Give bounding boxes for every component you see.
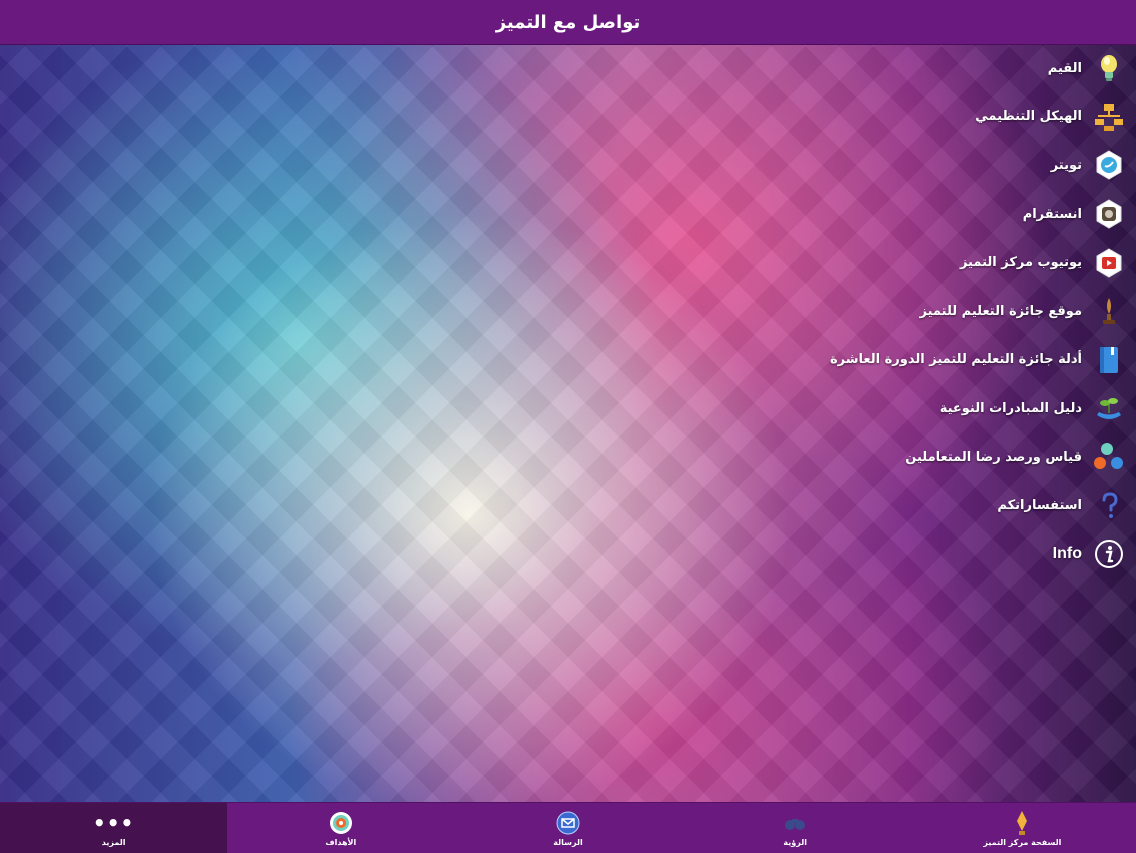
info-icon [1092,537,1126,571]
menu-item-label: القيم [1047,60,1082,76]
menu-item-inquiries[interactable]: استفساراتكم [706,481,1126,530]
menu-item-values[interactable]: القيم [706,44,1126,93]
menu-item-label: موقع جائزة التعليم للتميز [919,303,1082,319]
menu-item-label: انستقرام [1022,206,1082,222]
menu-item-label: Info [1052,545,1082,563]
instagram-icon [1092,197,1126,231]
youtube-icon [1092,246,1126,280]
menu-item-label: تويتر [1050,157,1082,173]
header-bar: تواصل مع التميز [0,0,1136,45]
tab-home[interactable]: السفحة مركز التميز [909,803,1136,853]
tab-message[interactable]: الرسالة [454,803,681,853]
page-title: تواصل مع التميز [495,11,641,33]
tab-label: الرسالة [553,837,583,847]
tab-label: المزيد [101,837,126,847]
people-icon [1092,440,1126,474]
menu-item-label: استفساراتكم [997,498,1082,514]
trophy-icon [1009,810,1035,836]
twitter-icon [1092,148,1126,182]
menu-item-initiatives[interactable]: دليل المبادرات النوعية [706,384,1126,433]
more-icon: ••• [92,810,135,835]
tab-more[interactable]: ••• المزيد [0,803,228,853]
menu-item-youtube[interactable]: يوتيوب مركز التميز [706,238,1126,287]
target-icon [328,810,354,836]
tab-bar: ••• المزيد الأهداف الرسالة الرؤية السفحة… [0,802,1136,853]
menu-item-twitter[interactable]: تويتر [706,141,1126,190]
menu-item-label: قياس ورصد رضا المتعاملين [905,449,1082,465]
menu-item-label: الهيكل التنظيمي [975,109,1082,125]
tab-label: الرؤية [783,837,807,847]
menu-item-org-chart[interactable]: الهيكل التنظيمي [706,93,1126,142]
menu-item-satisfaction[interactable]: قياس ورصد رضا المتعاملين [706,433,1126,482]
menu-item-label: أدلة جائزة التعليم للتميز الدورة العاشرة [830,352,1082,368]
tab-label: الأهداف [325,837,357,847]
org-chart-icon [1092,100,1126,134]
mail-icon [555,810,581,836]
menu-item-label: يوتيوب مركز التميز [959,255,1082,271]
menu-item-guides[interactable]: أدلة جائزة التعليم للتميز الدورة العاشرة [706,336,1126,385]
award-site-icon [1092,294,1126,328]
tab-label: السفحة مركز التميز [983,837,1062,847]
menu-list: القيم الهيكل التنظيمي تويتر انستقرام يوت… [706,44,1126,579]
question-icon [1092,489,1126,523]
lightbulb-icon [1092,51,1126,85]
menu-item-instagram[interactable]: انستقرام [706,190,1126,239]
binoculars-icon [782,810,808,836]
book-icon [1092,343,1126,377]
plant-icon [1092,391,1126,425]
menu-item-info[interactable]: Info [706,530,1126,579]
menu-item-award-site[interactable]: موقع جائزة التعليم للتميز [706,287,1126,336]
tab-goals[interactable]: الأهداف [227,803,454,853]
menu-item-label: دليل المبادرات النوعية [939,400,1082,416]
tab-vision[interactable]: الرؤية [682,803,909,853]
